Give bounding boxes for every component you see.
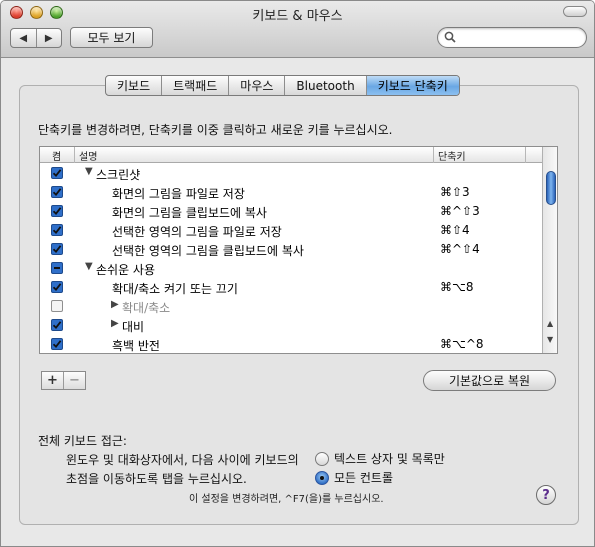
table-header: 켬 설명 단축키 (40, 147, 542, 163)
table-row[interactable]: 흑백 반전 ⌘⌥^8 (40, 335, 542, 353)
table-row[interactable]: 화면의 그림을 클립보드에 복사 ⌘^⇧3 (40, 202, 542, 221)
back-arrow-icon: ◀ (19, 32, 28, 44)
window-title: 키보드 & 마우스 (252, 9, 343, 24)
radio-button[interactable] (315, 470, 329, 485)
column-header-on[interactable]: 켬 (52, 148, 61, 163)
full-keyboard-hint: 이 설정을 변경하려면, ^F7(을)를 누르십시오. (189, 494, 384, 505)
scroll-up-arrow-icon[interactable]: ▲ (547, 319, 553, 328)
radio-button[interactable] (315, 451, 329, 466)
row-shortcut[interactable]: ⌘⌥^8 (440, 337, 484, 351)
table-row[interactable]: 선택한 영역의 그림을 파일로 저장 ⌘⇧4 (40, 221, 542, 240)
row-shortcut[interactable]: ⌘⌥8 (440, 280, 473, 294)
shortcuts-table: 켬 설명 단축키 ▼ 스크린샷 화면의 그림을 파일로 저장 ⌘⇧3 화면의 그림을 클… (39, 146, 558, 354)
remove-shortcut-button[interactable]: − (63, 372, 85, 389)
tab-4[interactable]: 키보드 단축키 (365, 76, 459, 95)
scroll-down-arrow-icon[interactable]: ▼ (547, 335, 553, 344)
disclosure-open-icon[interactable]: ▼ (85, 261, 93, 272)
checkbox-checked-icon[interactable] (51, 319, 63, 331)
row-description: 선택한 영역의 그림을 파일로 저장 (112, 225, 282, 239)
scrollbar-thumb[interactable] (546, 171, 556, 205)
checkbox-checked-icon[interactable] (51, 338, 63, 350)
radio-text-lists-only[interactable]: 텍스트 상자 및 목록만 (315, 450, 445, 467)
checkbox-checked-icon[interactable] (51, 224, 63, 236)
column-divider (433, 147, 434, 163)
row-description: 화면의 그림을 파일로 저장 (112, 187, 245, 201)
full-keyboard-access-description: 윈도우 및 대화상자에서, 다음 사이에 키보드의 초점을 이동하도록 탭을 누… (66, 453, 299, 486)
search-box[interactable] (437, 27, 587, 48)
instruction-text: 단축키를 변경하려면, 단축키를 이중 클릭하고 새로운 키를 누르십시오. (38, 123, 393, 137)
table-row[interactable]: 화면의 그림을 파일로 저장 ⌘⇧3 (40, 183, 542, 202)
search-icon (444, 31, 456, 43)
checkbox-checked-icon[interactable] (51, 281, 63, 293)
row-shortcut[interactable]: ⌘⇧3 (440, 185, 470, 199)
full-keyboard-access-heading: 전체 키보드 접근: (38, 434, 127, 448)
checkbox-checked-icon[interactable] (51, 167, 63, 179)
row-description: 확대/축소 켜기 또는 끄기 (112, 282, 238, 296)
row-description: 화면의 그림을 클립보드에 복사 (112, 206, 267, 220)
tab-2[interactable]: 마우스 (228, 76, 284, 95)
table-row[interactable]: ▼ 스크린샷 (40, 164, 542, 183)
tab-0[interactable]: 키보드 (106, 76, 161, 95)
add-shortcut-button[interactable]: + (42, 372, 63, 389)
column-header-shortcut[interactable]: 단축키 (438, 148, 466, 163)
toolbar-toggle-button[interactable] (563, 6, 587, 17)
forward-button[interactable]: ▶ (35, 29, 62, 47)
row-description: 스크린샷 (96, 168, 141, 182)
table-row[interactable]: ▼ 손쉬운 사용 (40, 259, 542, 278)
checkbox-checked-icon[interactable] (51, 186, 63, 198)
table-row[interactable]: 선택한 영역의 그림을 클립보드에 복사 ⌘^⇧4 (40, 240, 542, 259)
help-button[interactable]: ? (536, 485, 556, 505)
disclosure-closed-icon[interactable]: ▶ (111, 299, 119, 310)
tab-3[interactable]: Bluetooth (284, 76, 365, 95)
tab-1[interactable]: 트랙패드 (161, 76, 228, 95)
row-description: 흑백 반전 (112, 339, 160, 353)
column-divider (74, 147, 75, 163)
radio-label: 텍스트 상자 및 목록만 (334, 452, 445, 466)
checkbox-mixed-icon[interactable] (51, 262, 63, 274)
restore-defaults-button[interactable]: 기본값으로 복원 (423, 370, 556, 391)
radio-label: 모든 컨트롤 (334, 471, 394, 485)
window-toolbar: 키보드 & 마우스 ◀ ▶ 모두 보기 (1, 1, 594, 58)
table-row[interactable]: ▶ 확대/축소 (40, 297, 542, 316)
radio-all-controls[interactable]: 모든 컨트롤 (315, 469, 393, 486)
checkbox-checked-icon[interactable] (51, 243, 63, 255)
column-header-description[interactable]: 설명 (79, 148, 97, 163)
column-divider (525, 147, 526, 163)
row-shortcut[interactable]: ⌘⇧4 (440, 223, 470, 237)
table-vertical-scrollbar[interactable]: ▲ ▼ (542, 147, 557, 353)
disclosure-closed-icon[interactable]: ▶ (111, 318, 119, 329)
preferences-window: 키보드 & 마우스 ◀ ▶ 모두 보기 키보드 트랙패드 마우스 Bluetooth 키… (0, 0, 595, 547)
checkbox-unchecked-icon[interactable] (51, 300, 63, 312)
row-description: 확대/축소 (122, 301, 171, 315)
preference-tabs: 키보드 트랙패드 마우스 Bluetooth 키보드 단축키 (105, 75, 460, 96)
row-shortcut[interactable]: ⌘^⇧3 (440, 204, 480, 218)
row-description: 대비 (122, 320, 145, 334)
search-input[interactable] (460, 30, 578, 45)
back-forward-control: ◀ ▶ (10, 28, 62, 48)
row-shortcut[interactable]: ⌘^⇧4 (440, 242, 480, 256)
forward-arrow-icon: ▶ (44, 32, 53, 44)
row-description: 선택한 영역의 그림을 클립보드에 복사 (112, 244, 304, 258)
row-description: 손쉬운 사용 (96, 263, 156, 277)
add-remove-control: + − (41, 371, 86, 390)
table-row[interactable]: 확대/축소 켜기 또는 끄기 ⌘⌥8 (40, 278, 542, 297)
disclosure-open-icon[interactable]: ▼ (85, 166, 93, 177)
back-button[interactable]: ◀ (11, 29, 36, 47)
show-all-button[interactable]: 모두 보기 (70, 27, 153, 48)
checkbox-checked-icon[interactable] (51, 205, 63, 217)
table-row[interactable]: ▶ 대비 (40, 316, 542, 335)
